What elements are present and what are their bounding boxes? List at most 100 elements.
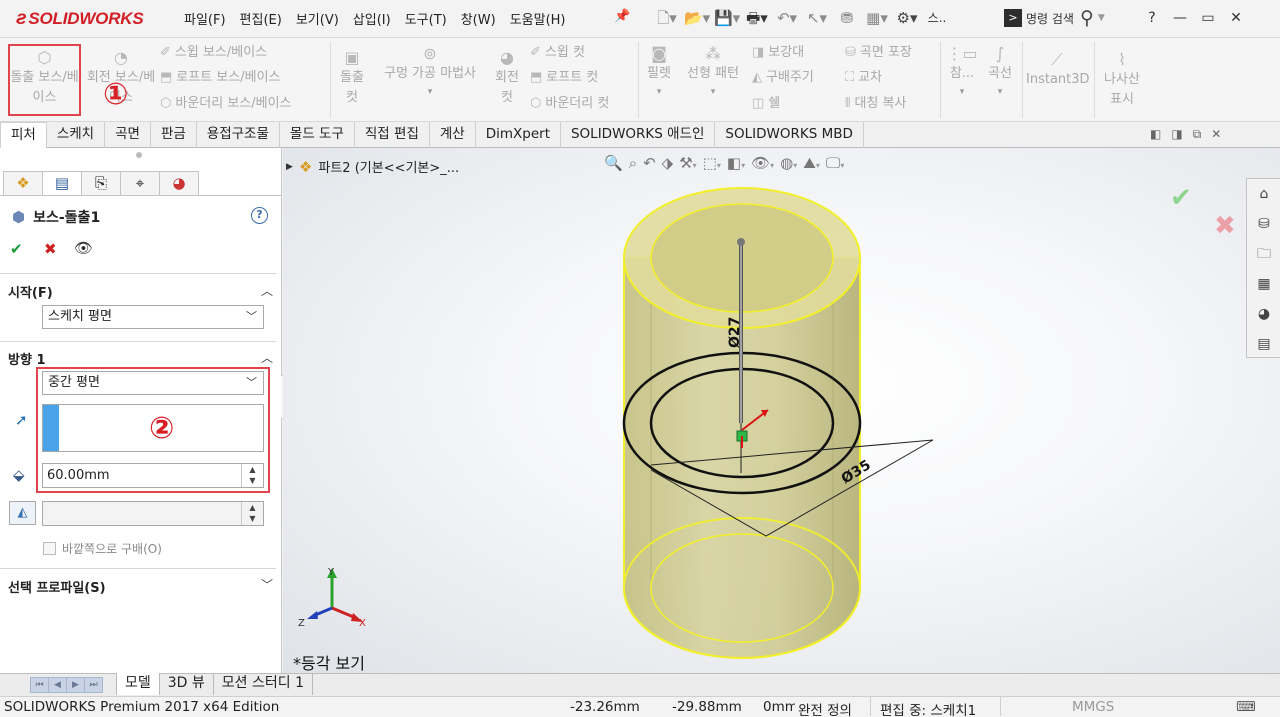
menu-edit[interactable]: 편집(E) <box>233 9 289 28</box>
boundary-boss-button[interactable]: ⬡ 바운더리 보스/베이스 <box>160 95 292 113</box>
chevron-down-icon[interactable]: ▾ <box>642 83 676 102</box>
shell-button[interactable]: ◫ 쉘 <box>752 95 780 113</box>
expand-triangle-icon[interactable]: ▶ <box>286 162 293 172</box>
search-icon[interactable]: ⚲ <box>1080 7 1094 29</box>
intersect-button[interactable]: ⛶ 교차 <box>845 69 882 87</box>
home-icon[interactable]: ⌂ <box>1253 183 1275 205</box>
curves-button[interactable]: ∫ 곡선 ▾ <box>984 44 1016 102</box>
wrap-button[interactable]: ⛁ 곡면 포장 <box>845 44 912 62</box>
lofted-boss-button[interactable]: ⬒ 로프트 보스/베이스 <box>160 69 281 87</box>
appearances-icon[interactable]: ◕ <box>1253 303 1275 325</box>
quick-toolbar-more[interactable]: 스.. <box>924 7 950 29</box>
thread-display-button[interactable]: ⌇ 나사산 표시 <box>1098 50 1146 110</box>
tab-addins[interactable]: SOLIDWORKS 애드인 <box>561 122 716 148</box>
close-button[interactable]: ✕ <box>1224 6 1248 30</box>
tab-sketch[interactable]: 스케치 <box>47 122 106 148</box>
solidworks-logo[interactable]: ƨ SOLIDWORKS <box>16 8 144 30</box>
zoom-to-fit-icon[interactable]: 🔍 <box>604 154 623 172</box>
section-view-icon[interactable]: ⬗ <box>662 154 674 172</box>
rebuild-icon[interactable]: ⛃ <box>834 7 860 29</box>
confirm-check-icon[interactable]: ✔ <box>1170 183 1192 213</box>
first-tab-icon[interactable]: ⏮ <box>30 677 49 693</box>
collapse-left-icon[interactable]: ◧ <box>1150 127 1161 142</box>
linear-pattern-button[interactable]: ⁂ 선형 패턴 ▾ <box>682 44 744 102</box>
chevron-down-icon[interactable]: ▾ <box>946 83 978 102</box>
checkbox[interactable] <box>43 542 56 555</box>
start-condition-select[interactable]: 스케치 평면 ﹀ <box>42 305 264 329</box>
menu-tools[interactable]: 도구(T) <box>398 9 454 28</box>
spin-arrows-icon[interactable]: ▲ ▼ <box>241 502 263 525</box>
rebuild-status-icon[interactable]: ⌨ <box>1236 699 1256 715</box>
chevron-down-icon[interactable]: ▾ <box>984 83 1016 102</box>
menu-help[interactable]: 도움말(H) <box>503 9 573 28</box>
tab-3d-views[interactable]: 3D 뷰 <box>160 673 214 695</box>
chevron-down-icon[interactable]: ▼ <box>1098 13 1105 23</box>
minimize-button[interactable]: — <box>1168 6 1192 30</box>
direction1-section-header[interactable]: 방향 1 <box>8 349 46 368</box>
featuremanager-tab-icon[interactable]: ❖ <box>3 171 43 196</box>
view-palette-icon[interactable]: ▦ <box>1253 273 1275 295</box>
new-document-icon[interactable]: 🗋▾ <box>654 7 680 29</box>
selected-contours-header[interactable]: 선택 프로파일(S) <box>8 577 106 596</box>
reverse-direction-icon[interactable]: ➚ <box>15 411 28 429</box>
tab-features[interactable]: 피처 <box>0 122 47 148</box>
undo-icon[interactable]: ↶▾ <box>774 7 800 29</box>
display-style-icon[interactable]: ◧▾ <box>727 154 745 172</box>
pin-icon[interactable]: 📌 <box>614 9 630 24</box>
menu-insert[interactable]: 삽입(I) <box>346 9 398 28</box>
collapse-right-icon[interactable]: ◨ <box>1171 127 1182 142</box>
menu-file[interactable]: 파일(F) <box>184 9 233 28</box>
feature-tree-flyout[interactable]: ▶ ❖ 파트2 (기본<<기본>_... <box>286 157 459 177</box>
boundary-cut-button[interactable]: ⬡ 바운더리 컷 <box>530 95 609 113</box>
draft-toggle-icon[interactable]: ◭ <box>9 501 36 525</box>
lofted-cut-button[interactable]: ⬒ 로프트 컷 <box>530 69 598 87</box>
tab-mold-tools[interactable]: 몰드 도구 <box>280 122 355 148</box>
rib-button[interactable]: ◨ 보강대 <box>752 44 804 62</box>
draft-angle-input[interactable]: ▲ ▼ <box>42 501 264 526</box>
preview-eye-icon[interactable]: 👁 <box>74 239 93 257</box>
tab-evaluate[interactable]: 계산 <box>430 122 476 148</box>
tab-dimxpert[interactable]: DimXpert <box>476 122 561 148</box>
apply-scene-icon[interactable]: ⛰▾ <box>803 154 820 172</box>
open-folder-icon[interactable]: 📂▾ <box>684 7 710 29</box>
restore-button[interactable]: ▭ <box>1196 6 1220 30</box>
hole-wizard-button[interactable]: ⊚ 구멍 가공 마법사 ▾ <box>374 44 486 102</box>
chevron-down-icon[interactable]: ﹀ <box>261 576 273 593</box>
dimxpert-manager-tab-icon[interactable]: ⌖ <box>120 171 160 196</box>
help-icon[interactable]: ? <box>251 207 268 224</box>
help-menu-button[interactable]: ? <box>1140 6 1164 30</box>
chevron-up-icon[interactable]: ︿ <box>261 282 273 299</box>
confirm-cancel-icon[interactable]: ✖ <box>1214 211 1236 241</box>
instant3d-button[interactable]: ⟋ Instant3D <box>1026 50 1090 89</box>
fillet-button[interactable]: ◙ 필렛 ▾ <box>642 44 676 102</box>
tab-mbd[interactable]: SOLIDWORKS MBD <box>715 122 864 148</box>
start-section-header[interactable]: 시작(F) <box>8 282 53 301</box>
revolved-cut-button[interactable]: ◕ 회전 컷 <box>490 48 524 108</box>
custom-properties-icon[interactable]: ▤ <box>1253 333 1275 355</box>
next-tab-icon[interactable]: ▶ <box>66 677 85 693</box>
tab-motion-study[interactable]: 모션 스터디 1 <box>214 673 314 695</box>
design-library-icon[interactable]: ⛁ <box>1253 213 1275 235</box>
chevron-up-icon[interactable]: ︿ <box>261 349 273 366</box>
command-search[interactable]: > 명령 검색 ⚲ ▼ <box>1004 6 1130 30</box>
file-properties-icon[interactable]: ▦▾ <box>864 7 890 29</box>
panel-grip[interactable] <box>136 152 142 158</box>
display-manager-tab-icon[interactable]: ◕ <box>159 171 199 196</box>
previous-view-icon[interactable]: ↶ <box>643 154 656 172</box>
prev-tab-icon[interactable]: ◀ <box>48 677 67 693</box>
dimension-inner-diameter[interactable]: Ø27 <box>727 317 743 348</box>
restore-doc-icon[interactable]: ⧉ <box>1193 127 1202 142</box>
swept-cut-button[interactable]: ✐ 스윕 컷 <box>530 44 585 62</box>
draft-outward-checkbox[interactable]: 바깥쪽으로 구배(O) <box>43 540 162 557</box>
ok-check-icon[interactable]: ✔ <box>10 240 23 258</box>
menu-window[interactable]: 창(W) <box>454 9 503 28</box>
zoom-to-area-icon[interactable]: ⌕ <box>629 154 637 172</box>
view-orientation-icon[interactable]: ⬚▾ <box>703 154 721 172</box>
close-doc-icon[interactable]: ✕ <box>1211 127 1221 142</box>
menu-view[interactable]: 보기(V) <box>289 9 346 28</box>
file-explorer-icon[interactable]: 🗀 <box>1253 243 1275 265</box>
hide-show-items-icon[interactable]: 👁▾ <box>751 154 774 172</box>
chevron-down-icon[interactable]: ▾ <box>682 83 744 102</box>
mirror-button[interactable]: ⫴ 대칭 복사 <box>845 95 906 113</box>
tab-weldments[interactable]: 용접구조물 <box>197 122 280 148</box>
